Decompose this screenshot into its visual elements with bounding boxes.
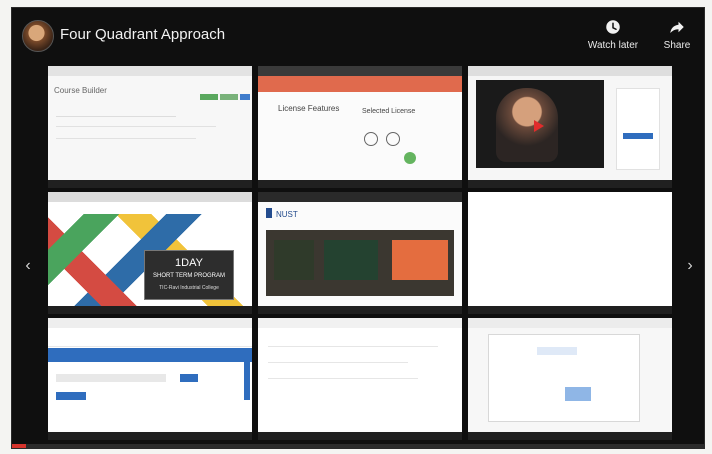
- share-button[interactable]: Share: [648, 18, 706, 51]
- license-option-icon: [386, 132, 400, 146]
- selected-license-heading: Selected License: [362, 108, 416, 115]
- person-portrait: [496, 88, 558, 162]
- thumbnail-taskbar: [468, 432, 672, 440]
- program-college: TIC-Ravi Industrial College: [159, 285, 219, 291]
- thumbnail-5[interactable]: NUST: [258, 192, 462, 314]
- channel-avatar[interactable]: [22, 20, 54, 52]
- browser-bar: [468, 66, 672, 76]
- video-title[interactable]: Four Quadrant Approach: [60, 26, 225, 43]
- side-panel: [616, 88, 660, 170]
- browser-bar: [48, 66, 252, 76]
- portal-box: [392, 240, 448, 280]
- portal-box: [274, 240, 314, 280]
- thumbnail-6[interactable]: [468, 192, 672, 314]
- desktop-screen: [468, 318, 672, 432]
- license-features-screen: License Features Selected License: [258, 66, 462, 180]
- browser-bar: [258, 318, 462, 328]
- thumbnail-7[interactable]: [48, 318, 252, 440]
- panel-button: [623, 133, 653, 139]
- browser-bar: [258, 66, 462, 76]
- share-label: Share: [663, 40, 691, 51]
- thumbnail-1[interactable]: Course Builder: [48, 66, 252, 188]
- program-card: 1DAY SHORT TERM PROGRAM TIC-Ravi Industr…: [144, 250, 234, 300]
- license-features-heading: License Features: [278, 104, 340, 113]
- thumbnail-4[interactable]: 1DAY SHORT TERM PROGRAM TIC-Ravi Industr…: [48, 192, 252, 314]
- site-nav: [258, 76, 462, 92]
- video-thumbnail-grid: Course Builder License Features Selected…: [48, 66, 674, 440]
- scrollbar-highlight: [244, 362, 250, 400]
- thumbnail-taskbar: [258, 306, 462, 314]
- thumbnail-taskbar: [468, 180, 672, 188]
- thumbnail-2[interactable]: License Features Selected License: [258, 66, 462, 188]
- document-screen: [258, 318, 462, 432]
- video-progress-fill: [12, 444, 26, 448]
- embedded-video: [476, 80, 604, 168]
- nust-brand: NUST: [276, 210, 298, 219]
- next-button[interactable]: ›: [682, 256, 698, 276]
- course-builder-title: Course Builder: [54, 86, 107, 95]
- portal-box: [324, 240, 378, 280]
- video-progress-track[interactable]: [12, 444, 704, 448]
- window-graphic: [565, 387, 591, 401]
- nust-logo: [266, 208, 272, 218]
- short-term-program-screen: 1DAY SHORT TERM PROGRAM TIC-Ravi Industr…: [48, 192, 252, 306]
- app-window: [488, 334, 640, 422]
- thumbnail-3[interactable]: [468, 66, 672, 188]
- clock-icon: [606, 20, 620, 34]
- video-call-screen: [468, 66, 672, 180]
- license-option-icon: [364, 132, 378, 146]
- course-builder-screen: Course Builder: [48, 66, 252, 180]
- nust-portal-screen: NUST: [258, 192, 462, 306]
- blank-screen: [468, 192, 672, 306]
- action-chip: [220, 94, 238, 100]
- watch-later-button[interactable]: Watch later: [584, 18, 642, 51]
- thumbnail-taskbar: [258, 180, 462, 188]
- portal-hero: [266, 230, 454, 296]
- license-check-icon: [404, 152, 416, 164]
- program-duration: 1DAY: [175, 257, 203, 269]
- blue-banner: [48, 348, 252, 362]
- form-field: [56, 374, 166, 382]
- watch-later-label: Watch later: [587, 40, 639, 51]
- action-chip: [240, 94, 250, 100]
- top-nav: [48, 336, 252, 347]
- play-overlay-icon: [534, 120, 544, 132]
- previous-button[interactable]: ‹: [20, 256, 36, 276]
- browser-bar: [468, 318, 672, 328]
- browser-bar: [258, 192, 462, 202]
- profile-form-screen: [48, 318, 252, 432]
- share-arrow-icon: [670, 21, 684, 33]
- form-button: [56, 392, 86, 400]
- thumbnail-taskbar: [468, 306, 672, 314]
- thumbnail-9[interactable]: [468, 318, 672, 440]
- thumbnail-taskbar: [258, 432, 462, 440]
- window-toolbar: [537, 347, 577, 355]
- thumbnail-taskbar: [48, 306, 252, 314]
- thumbnail-taskbar: [48, 432, 252, 440]
- thumbnail-taskbar: [48, 180, 252, 188]
- browser-bar: [48, 318, 252, 328]
- player-top-bar: Four Quadrant Approach Watch later Share: [12, 8, 704, 64]
- thumbnail-8[interactable]: [258, 318, 462, 440]
- action-chip: [200, 94, 218, 100]
- program-title: SHORT TERM PROGRAM: [152, 273, 225, 279]
- browser-bar: [48, 192, 252, 202]
- video-player[interactable]: Four Quadrant Approach Watch later Share…: [12, 8, 704, 448]
- form-button: [180, 374, 198, 382]
